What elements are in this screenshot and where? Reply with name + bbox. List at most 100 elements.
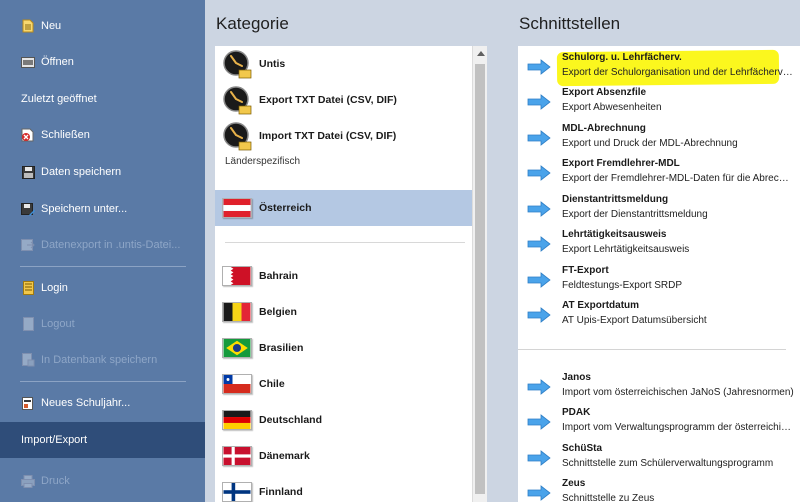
new-document-icon (21, 19, 35, 33)
interface-description: Feldtestungs-Export SRDP (562, 280, 683, 291)
interface-schulorg-lehrfaecherv[interactable]: Schulorg. u. Lehrfächerv. Export der Sch… (518, 51, 800, 86)
bahrain-flag-icon (222, 266, 252, 286)
interface-description: Export der Schulorganisation und der Leh… (562, 67, 794, 78)
menu-item-close[interactable]: Schließen (0, 117, 205, 153)
menu-item-import-export[interactable]: Import/Export (0, 422, 205, 458)
category-label: Deutschland (259, 414, 323, 426)
save-as-icon (21, 202, 35, 216)
export-arrow-icon (527, 94, 551, 110)
menu-label: Öffnen (41, 56, 74, 68)
category-untis[interactable]: Untis (215, 46, 472, 82)
menu-separator (20, 266, 186, 267)
menu-item-new[interactable]: Neu (0, 8, 205, 44)
interface-title: MDL-Abrechnung (562, 123, 646, 134)
interface-export-fremdlehrer-mdl[interactable]: Export Fremdlehrer-MDL Export der Fremdl… (518, 157, 800, 192)
untis-clock-icon (223, 122, 252, 151)
menu-item-print[interactable]: Druck (0, 463, 205, 499)
database-save-icon (21, 353, 35, 367)
menu-item-new-school-year[interactable]: Neues Schuljahr... (0, 385, 205, 421)
category-brazil[interactable]: Brasilien (215, 330, 472, 366)
brazil-flag-icon (222, 338, 252, 358)
kategorie-list: Untis Export TXT Datei (CSV, DIF) Import… (215, 46, 487, 502)
scroll-up-arrow-icon[interactable] (477, 51, 485, 56)
interface-title: Dienstantrittsmeldung (562, 194, 669, 205)
interface-lehrtaetigkeitsausweis[interactable]: Lehrtätigkeitsausweis Export Lehrtätigke… (518, 228, 800, 263)
interface-schuesta[interactable]: SchüSta Schnittstelle zum Schülerverwalt… (518, 442, 800, 477)
save-icon (21, 165, 35, 179)
menu-item-export-untis-file[interactable]: Datenexport in .untis-Datei... (0, 227, 205, 263)
interface-at-exportdatum[interactable]: AT Exportdatum AT Upis-Export Datumsüber… (518, 299, 800, 334)
interface-export-absenzfile[interactable]: Export Absenzfile Export Abwesenheiten (518, 86, 800, 121)
menu-item-recent[interactable]: Zuletzt geöffnet (0, 81, 205, 117)
category-label: Chile (259, 378, 285, 390)
menu-label: Import/Export (21, 434, 88, 446)
import-arrow-icon (527, 414, 551, 430)
category-bahrain[interactable]: Bahrain (215, 258, 472, 294)
category-import-txt[interactable]: Import TXT Datei (CSV, DIF) (215, 118, 472, 154)
menu-label: Neues Schuljahr... (41, 397, 131, 409)
menu-label: In Datenbank speichern (41, 354, 158, 366)
category-denmark[interactable]: Dänemark (215, 438, 472, 474)
interface-title: PDAK (562, 407, 591, 418)
interface-title: Schulorg. u. Lehrfächerv. (562, 52, 682, 63)
kategorie-heading: Kategorie (216, 14, 289, 33)
menu-item-save-to-database[interactable]: In Datenbank speichern (0, 342, 205, 378)
export-arrow-icon (527, 307, 551, 323)
interface-ft-export[interactable]: FT-Export Feldtestungs-Export SRDP (518, 264, 800, 299)
login-icon (21, 281, 35, 295)
menu-label: Druck (41, 475, 70, 487)
print-icon (21, 474, 35, 488)
interface-janos[interactable]: Janos Import vom österreichischen JaNoS … (518, 371, 800, 406)
untis-clock-icon (223, 86, 252, 115)
category-label: Dänemark (259, 450, 310, 462)
category-section-label: Länderspezifisch (225, 156, 301, 167)
interface-description: Export Lehrtätigkeitsausweis (562, 244, 690, 255)
close-file-icon (21, 128, 35, 142)
category-austria[interactable]: Österreich (215, 190, 472, 226)
category-label: Export TXT Datei (CSV, DIF) (259, 94, 397, 106)
interface-title: FT-Export (562, 265, 609, 276)
export-arrow-icon (527, 59, 551, 75)
category-chile[interactable]: Chile (215, 366, 472, 402)
interface-mdl-abrechnung[interactable]: MDL-Abrechnung Export und Druck der MDL-… (518, 122, 800, 157)
menu-item-login[interactable]: Login (0, 270, 205, 306)
interface-title: Export Absenzfile (562, 87, 647, 98)
menu-label: Daten speichern (41, 166, 122, 178)
schnittstellen-heading: Schnittstellen (519, 14, 621, 33)
new-school-year-icon (21, 396, 35, 410)
export-arrow-icon (527, 130, 551, 146)
germany-flag-icon (222, 410, 252, 430)
menu-item-logout[interactable]: Logout (0, 306, 205, 342)
open-icon (21, 55, 35, 69)
interface-description: Export Abwesenheiten (562, 102, 662, 113)
menu-label: Logout (41, 318, 75, 330)
interface-description: Import vom Verwaltungsprogramm der öster… (562, 422, 794, 433)
menu-item-save[interactable]: Daten speichern (0, 154, 205, 190)
import-arrow-icon (527, 379, 551, 395)
kategorie-scrollbar[interactable] (472, 46, 487, 502)
file-menu-sidebar: Neu Öffnen Zuletzt geöffnet Schließen Da… (0, 0, 205, 502)
scrollbar-thumb[interactable] (475, 64, 485, 494)
interface-title: SchüSta (562, 443, 603, 454)
menu-separator (20, 381, 186, 382)
interface-description: Schnittstelle zum Schülerverwaltungsprog… (562, 458, 774, 469)
import-arrow-icon (527, 485, 551, 501)
interface-description: Export und Druck der MDL-Abrechnung (562, 138, 738, 149)
austria-flag-icon (222, 198, 252, 218)
category-finland[interactable]: Finnland (215, 474, 472, 502)
export-arrow-icon (527, 165, 551, 181)
export-arrow-icon (527, 236, 551, 252)
interface-zeus[interactable]: Zeus Schnittstelle zu Zeus (518, 477, 800, 502)
interface-title: Janos (562, 372, 591, 383)
menu-item-open[interactable]: Öffnen (0, 44, 205, 80)
export-arrow-icon (527, 272, 551, 288)
category-germany[interactable]: Deutschland (215, 402, 472, 438)
interface-title: AT Exportdatum (562, 300, 640, 311)
category-belgium[interactable]: Belgien (215, 294, 472, 330)
interface-pdak[interactable]: PDAK Import vom Verwaltungsprogramm der … (518, 406, 800, 441)
interface-dienstantrittsmeldung[interactable]: Dienstantrittsmeldung Export der Diensta… (518, 193, 800, 228)
category-label: Finnland (259, 486, 303, 498)
category-export-txt[interactable]: Export TXT Datei (CSV, DIF) (215, 82, 472, 118)
menu-item-save-as[interactable]: Speichern unter... (0, 191, 205, 227)
interface-title: Zeus (562, 478, 586, 489)
